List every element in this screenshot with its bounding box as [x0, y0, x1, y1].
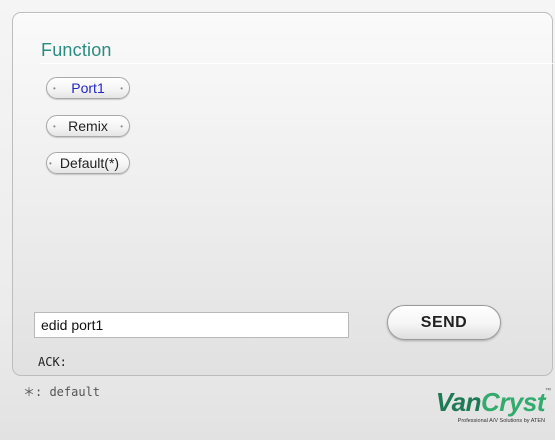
trademark-mark: ™ [545, 388, 551, 394]
logo-van: Van [435, 387, 482, 417]
remix-button[interactable]: • Remix • [46, 115, 130, 137]
vancryst-logo: VanCryst ™ Professional A/V Solutions by… [425, 387, 551, 428]
logo-wordmark: VanCryst [435, 387, 546, 417]
title-divider [40, 63, 555, 64]
default-button[interactable]: • Default(*) [46, 152, 130, 174]
port1-button-label: Port1 [71, 80, 105, 96]
send-button[interactable]: SEND [387, 305, 501, 340]
default-footnote: ＊: default [23, 385, 101, 399]
remix-button-label: Remix [68, 118, 108, 134]
pill-dot-icon: • [120, 122, 123, 131]
default-button-label: Default(*) [59, 155, 120, 171]
command-input[interactable] [34, 312, 349, 338]
ack-label: ACK: [38, 355, 67, 369]
pill-dot-icon: • [53, 84, 56, 93]
pill-dot-icon: • [53, 122, 56, 131]
pill-dot-icon: • [49, 159, 52, 168]
panel-title: Function [41, 40, 112, 60]
logo-cryst: Cryst [481, 387, 545, 417]
logo-tagline: Professional A/V Solutions by ATEN [457, 418, 545, 424]
pill-dot-icon: • [120, 84, 123, 93]
port1-button[interactable]: • Port1 • [46, 77, 130, 99]
